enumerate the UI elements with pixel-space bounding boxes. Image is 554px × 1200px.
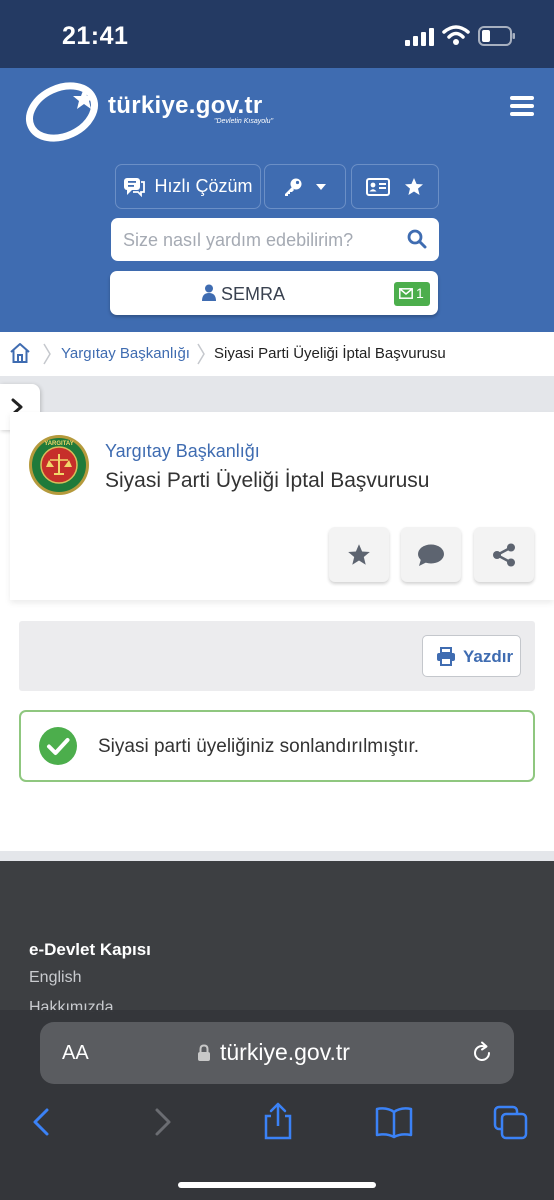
status-bar: 21:41 xyxy=(0,0,554,68)
message-count: 1 xyxy=(416,285,424,301)
logo-tagline: "Devletin Kısayolu" xyxy=(214,118,274,125)
mail-icon xyxy=(399,288,413,299)
wifi-icon xyxy=(442,25,470,45)
printer-icon xyxy=(437,647,455,666)
check-circle-icon xyxy=(39,727,77,765)
print-label: Yazdır xyxy=(463,647,514,666)
forward-icon[interactable] xyxy=(142,1102,182,1142)
site-logo[interactable]: türkiye.gov.tr "Devletin Kısayolu" xyxy=(24,78,294,142)
search-placeholder: Size nasıl yardım edebilirim? xyxy=(123,230,354,250)
chat-icon xyxy=(124,177,146,197)
site-header: türkiye.gov.tr "Devletin Kısayolu" Hızlı… xyxy=(0,68,554,332)
breadcrumb-item-current: Siyasi Parti Üyeliği İptal Başvurusu xyxy=(214,345,446,362)
share-button[interactable] xyxy=(474,527,534,582)
logo-text: türkiye.gov.tr xyxy=(108,92,263,119)
comment-icon xyxy=(418,544,444,566)
breadcrumb: Yargıtay Başkanlığı Siyasi Parti Üyeliği… xyxy=(0,332,554,376)
service-title: Siyasi Parti Üyeliği İptal Başvurusu xyxy=(105,469,430,492)
text-size-button[interactable]: AA xyxy=(62,1042,89,1065)
star-icon xyxy=(405,178,423,195)
breadcrumb-separator-icon xyxy=(43,343,51,365)
address-bar[interactable]: AA türkiye.gov.tr xyxy=(40,1022,514,1084)
status-time: 21:41 xyxy=(62,22,129,50)
print-button[interactable]: Yazdır xyxy=(422,635,521,677)
quick-solution-label: Hızlı Çözüm xyxy=(154,176,253,196)
back-icon[interactable] xyxy=(22,1102,62,1142)
quick-solution-button[interactable]: Hızlı Çözüm xyxy=(115,164,261,209)
crescent-star-logo-icon xyxy=(26,82,98,142)
bookmarks-icon[interactable] xyxy=(374,1102,414,1142)
chevron-down-icon xyxy=(316,183,326,190)
cellular-signal-icon xyxy=(405,28,434,46)
add-favorite-button[interactable] xyxy=(329,527,389,582)
hamburger-menu-icon[interactable] xyxy=(510,96,534,118)
user-menu-button[interactable]: SEMRA 1 xyxy=(110,271,453,315)
toolbar: Yazdır xyxy=(19,621,535,691)
footer-title: e-Devlet Kapısı xyxy=(29,940,151,959)
id-card-icon xyxy=(366,177,390,196)
footer-divider xyxy=(0,851,554,861)
user-icon xyxy=(202,284,216,301)
footer-link-english[interactable]: English xyxy=(29,969,81,987)
service-organization[interactable]: Yargıtay Başkanlığı xyxy=(105,441,260,462)
share-icon xyxy=(493,543,515,566)
star-icon xyxy=(348,544,370,565)
breadcrumb-separator-icon xyxy=(197,343,205,365)
home-indicator xyxy=(178,1182,376,1188)
id-card-favorites-button[interactable] xyxy=(351,164,439,209)
breadcrumb-item-org[interactable]: Yargıtay Başkanlığı xyxy=(61,345,190,362)
success-message: Siyasi parti üyeliğiniz sonlandırılmıştı… xyxy=(98,736,420,757)
url-domain: türkiye.gov.tr xyxy=(220,1039,350,1065)
content-top-divider xyxy=(0,376,554,412)
home-icon[interactable] xyxy=(9,342,31,364)
login-key-button[interactable] xyxy=(264,164,346,209)
battery-icon xyxy=(478,26,515,46)
share-sheet-icon[interactable] xyxy=(258,1102,298,1142)
browser-toolbar: AA türkiye.gov.tr xyxy=(0,1010,554,1200)
message-badge[interactable]: 1 xyxy=(394,282,430,306)
tabs-icon[interactable] xyxy=(490,1102,530,1142)
search-input[interactable]: Size nasıl yardım edebilirim? xyxy=(111,218,439,261)
key-icon xyxy=(285,178,302,196)
service-card: YARGITAY Yargıtay Başkanlığı Siyasi Part… xyxy=(10,412,554,600)
lock-icon xyxy=(198,1044,210,1061)
user-name: SEMRA xyxy=(221,284,286,304)
comment-button[interactable] xyxy=(401,527,461,582)
yargitay-emblem-icon: YARGITAY xyxy=(29,435,89,495)
reload-icon[interactable] xyxy=(470,1041,494,1065)
chevron-down-icon[interactable] xyxy=(442,289,454,297)
svg-text:YARGITAY: YARGITAY xyxy=(44,441,73,447)
success-alert: Siyasi parti üyeliğiniz sonlandırılmıştı… xyxy=(19,710,535,782)
search-icon[interactable] xyxy=(407,229,427,249)
